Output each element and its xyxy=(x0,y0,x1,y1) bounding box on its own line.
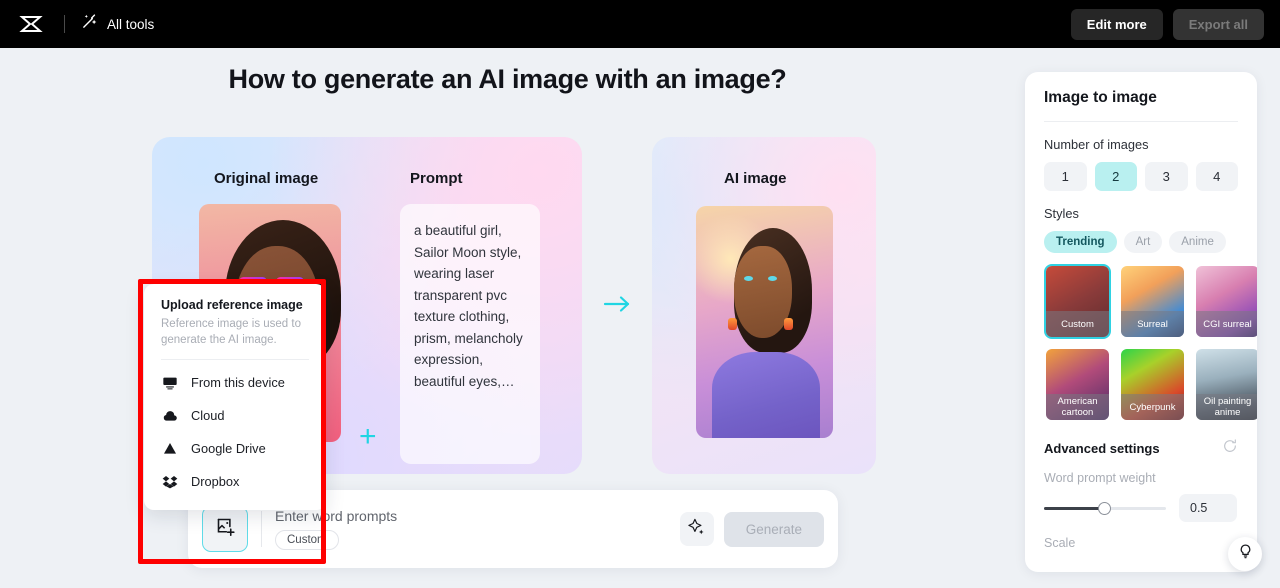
slider-knob[interactable] xyxy=(1098,501,1111,515)
word-prompt-weight-value[interactable]: 0.5 xyxy=(1179,494,1237,522)
slider-fill xyxy=(1044,506,1105,510)
ai-photo-earring-left xyxy=(728,318,737,330)
menu-item-label: From this device xyxy=(191,375,285,390)
reset-icon[interactable] xyxy=(1222,438,1238,459)
top-bar-actions: Edit more Export all xyxy=(1070,0,1264,48)
prompt-heading: Prompt xyxy=(410,170,463,187)
number-option-2[interactable]: 2 xyxy=(1094,162,1137,191)
menu-item-label: Cloud xyxy=(191,408,225,423)
styles-label: Styles xyxy=(1044,206,1079,221)
upload-reference-menu: Upload reference image Reference image i… xyxy=(144,284,326,510)
advanced-settings-title: Advanced settings xyxy=(1044,441,1160,456)
generate-button[interactable]: Generate xyxy=(723,511,824,547)
prompt-text-box: a beautiful girl, Sailor Moon style, wea… xyxy=(400,204,540,464)
google-drive-icon xyxy=(161,440,178,457)
top-bar: All tools Edit more Export all xyxy=(0,0,1280,48)
style-tabs: Trending Art Anime xyxy=(1025,221,1257,253)
style-thumbnail-grid: Custom Surreal CGI surreal American cart… xyxy=(1025,253,1257,422)
app-root: All tools Edit more Export all How to ge… xyxy=(0,0,1280,588)
style-tab-art[interactable]: Art xyxy=(1123,231,1163,253)
advanced-settings-header: Advanced settings xyxy=(1025,422,1257,459)
number-of-images-group: 1 2 3 4 xyxy=(1025,152,1257,191)
style-thumb-label: Oil painting anime xyxy=(1196,394,1257,420)
prompt-field-group: Enter word prompts Custom xyxy=(275,508,680,550)
menu-item-google-drive[interactable]: Google Drive xyxy=(161,432,309,465)
number-of-images-label: Number of images xyxy=(1044,137,1149,152)
ai-photo-earring-right xyxy=(784,318,793,330)
plus-symbol: + xyxy=(359,420,377,453)
monitor-icon xyxy=(161,374,178,391)
all-tools-label: All tools xyxy=(107,16,155,32)
number-option-4[interactable]: 4 xyxy=(1195,162,1238,191)
cloud-icon xyxy=(161,407,178,424)
settings-sidebar: Image to image Number of images 1 2 3 4 … xyxy=(1025,72,1257,572)
tips-button[interactable] xyxy=(1228,537,1262,571)
ai-photo-body xyxy=(712,352,820,438)
showcase-output-card: AI image xyxy=(652,137,876,474)
page-title: How to generate an AI image with an imag… xyxy=(228,64,787,94)
word-prompt-weight-slider[interactable] xyxy=(1044,501,1166,515)
style-thumb-surreal[interactable]: Surreal xyxy=(1119,264,1186,339)
number-option-3[interactable]: 3 xyxy=(1145,162,1188,191)
ai-image-thumbnail xyxy=(696,206,833,438)
upload-menu-title: Upload reference image xyxy=(161,298,303,312)
style-thumb-oil-painting-anime[interactable]: Oil painting anime xyxy=(1194,347,1257,422)
lightbulb-icon xyxy=(1237,543,1254,565)
style-thumb-custom[interactable]: Custom xyxy=(1044,264,1111,339)
ai-image-heading: AI image xyxy=(724,170,787,187)
add-image-icon xyxy=(215,516,236,542)
menu-item-label: Dropbox xyxy=(191,474,240,489)
word-prompt-weight-label: Word prompt weight xyxy=(1044,471,1156,485)
style-thumb-label: CGI surreal xyxy=(1196,311,1257,337)
all-tools-button[interactable]: All tools xyxy=(81,13,154,35)
style-tab-anime[interactable]: Anime xyxy=(1169,231,1226,253)
custom-style-chip[interactable]: Custom xyxy=(275,530,339,550)
sparkle-icon xyxy=(687,517,706,541)
style-tab-trending[interactable]: Trending xyxy=(1044,231,1117,253)
dropbox-icon xyxy=(161,473,178,490)
edit-more-button[interactable]: Edit more xyxy=(1070,8,1163,40)
arrow-right-icon xyxy=(603,293,633,315)
menu-item-label: Google Drive xyxy=(191,441,266,456)
upload-menu-subtitle: Reference image is used to generate the … xyxy=(161,318,301,346)
magic-wand-icon xyxy=(81,13,98,35)
export-all-button[interactable]: Export all xyxy=(1172,8,1264,40)
menu-item-cloud[interactable]: Cloud xyxy=(161,399,309,432)
add-image-button[interactable] xyxy=(202,506,248,552)
scale-label: Scale xyxy=(1044,536,1076,550)
original-image-heading: Original image xyxy=(214,170,319,187)
number-option-1[interactable]: 1 xyxy=(1044,162,1087,191)
style-thumb-american-cartoon[interactable]: American cartoon xyxy=(1044,347,1111,422)
style-thumb-label: Cyberpunk xyxy=(1121,394,1184,420)
menu-item-dropbox[interactable]: Dropbox xyxy=(161,465,309,498)
ai-photo-eye-left xyxy=(744,276,753,281)
sparkle-button[interactable] xyxy=(679,512,714,546)
top-divider xyxy=(64,15,65,33)
prompt-input[interactable]: Enter word prompts xyxy=(275,508,680,524)
menu-item-from-this-device[interactable]: From this device xyxy=(161,366,309,399)
style-thumb-cgi-surreal[interactable]: CGI surreal xyxy=(1194,264,1257,339)
capcut-logo-icon[interactable] xyxy=(18,11,44,37)
style-thumb-cyberpunk[interactable]: Cyberpunk xyxy=(1119,347,1186,422)
sidebar-title: Image to image xyxy=(1044,89,1157,106)
style-thumb-label: American cartoon xyxy=(1046,394,1109,420)
style-thumb-label: Custom xyxy=(1046,311,1109,337)
word-prompt-weight-row: 0.5 xyxy=(1025,485,1257,522)
ai-photo-eye-right xyxy=(768,276,777,281)
style-thumb-label: Surreal xyxy=(1121,311,1184,337)
bar-divider xyxy=(261,511,262,547)
upload-menu-divider xyxy=(161,359,309,360)
